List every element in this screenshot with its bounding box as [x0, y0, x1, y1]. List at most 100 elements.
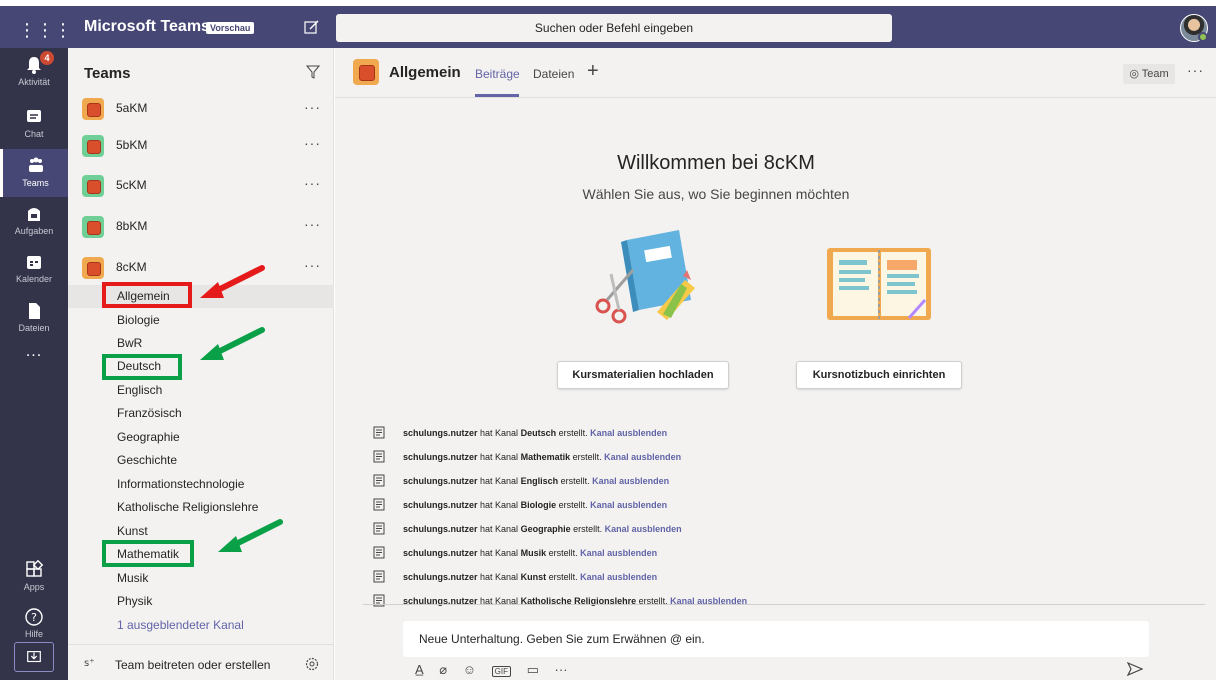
meet-now-icon[interactable]: ▭	[527, 662, 539, 678]
feed-channel: Musik	[520, 548, 547, 558]
team-item[interactable]: 5aKM ···	[68, 90, 334, 130]
feed-verb: hat Kanal	[480, 428, 519, 438]
more-options-icon[interactable]: ···	[304, 175, 321, 191]
channel-item-musik[interactable]: Musik	[68, 567, 334, 590]
feed-user: schulungs.nutzer	[403, 524, 478, 534]
tab-posts[interactable]: Beiträge	[475, 67, 520, 81]
download-app-button[interactable]	[14, 642, 54, 672]
attach-icon[interactable]: ⌀	[439, 662, 447, 678]
assignments-icon	[28, 208, 40, 221]
feed-verb: hat Kanal	[480, 548, 519, 558]
rail-label: Dateien	[18, 323, 50, 333]
team-button-label: Team	[1141, 68, 1169, 80]
filter-icon[interactable]	[306, 65, 320, 79]
more-options-icon[interactable]: ···	[304, 99, 321, 115]
hidden-channels-link[interactable]: 1 ausgeblendeter Kanal	[68, 614, 334, 637]
feed-channel: Englisch	[520, 476, 559, 486]
rail-label: Kalender	[15, 274, 53, 284]
tab-files[interactable]: Dateien	[533, 67, 574, 81]
hide-channel-link[interactable]: Kanal ausblenden	[605, 524, 682, 534]
hide-channel-link[interactable]: Kanal ausblenden	[580, 548, 657, 558]
feed-item: schulungs.nutzer hat Kanal Deutsch erste…	[363, 422, 1203, 446]
rail-item-help[interactable]: ? Hilfe	[0, 600, 68, 648]
team-tile	[82, 135, 104, 157]
download-icon	[27, 651, 41, 663]
more-options-icon[interactable]: ···	[304, 135, 321, 151]
more-options-icon[interactable]: ···	[1187, 62, 1204, 78]
channel-item-geographie[interactable]: Geographie	[68, 426, 334, 449]
feed-item: schulungs.nutzer hat Kanal Kunst erstell…	[363, 566, 1203, 590]
team-name: 5bKM	[116, 138, 148, 152]
channel-item-informationstechnologie[interactable]: Informationstechnologie	[68, 473, 334, 496]
channel-item-englisch[interactable]: Englisch	[68, 379, 334, 402]
join-team-button[interactable]: Team beitreten oder erstellen	[115, 658, 270, 672]
join-team-icon[interactable]: ꜱ⁺	[84, 658, 95, 669]
setup-notebook-button[interactable]: Kursnotizbuch einrichten	[796, 361, 962, 389]
team-item[interactable]: 5bKM ···	[68, 126, 334, 166]
feed-text: schulungs.nutzer hat Kanal Deutsch erste…	[403, 428, 667, 438]
team-item[interactable]: 5cKM ···	[68, 166, 334, 206]
feed-item: schulungs.nutzer hat Kanal Englisch erst…	[363, 470, 1203, 494]
rail-item-assignments[interactable]: Aufgaben	[0, 197, 68, 245]
channel-created-icon	[373, 450, 385, 463]
welcome-subtitle: Wählen Sie aus, wo Sie beginnen möchten	[582, 186, 850, 202]
feed-channel: Biologie	[520, 500, 557, 510]
svg-text:?: ?	[31, 611, 37, 624]
hide-channel-link[interactable]: Kanal ausblenden	[604, 452, 681, 462]
feed-user: schulungs.nutzer	[403, 452, 478, 462]
channel-item-franzoesisch[interactable]: Französisch	[68, 402, 334, 425]
book-illustration	[595, 230, 695, 324]
more-options-icon[interactable]: ···	[304, 216, 321, 232]
rail-item-apps[interactable]: Apps	[0, 553, 68, 601]
channel-created-icon	[373, 570, 385, 583]
gear-icon[interactable]	[304, 656, 320, 672]
send-icon[interactable]	[1127, 662, 1143, 676]
divider	[363, 604, 1205, 605]
feed-verb: hat Kanal	[480, 524, 519, 534]
annotation-arrow-green	[218, 519, 283, 552]
highlight-box-red	[102, 282, 192, 308]
rail-item-activity[interactable]: 4 Aktivität	[0, 48, 68, 96]
hide-channel-link[interactable]: Kanal ausblenden	[590, 500, 667, 510]
format-icon[interactable]: A̲	[415, 662, 424, 677]
feed-post: erstellt.	[572, 452, 602, 462]
channel-item-religionslehre[interactable]: Katholische Religionslehre	[68, 496, 334, 519]
emoji-icon[interactable]: ☺	[463, 662, 476, 677]
annotation-arrow-green	[200, 327, 265, 360]
team-tile	[82, 98, 104, 120]
team-tile	[82, 175, 104, 197]
team-tile	[82, 257, 104, 279]
upload-materials-button[interactable]: Kursmaterialien hochladen	[557, 361, 729, 389]
feed-post: erstellt.	[573, 524, 603, 534]
feed-channel: Geographie	[520, 524, 571, 534]
channel-item-physik[interactable]: Physik	[68, 590, 334, 613]
more-options-icon[interactable]: ···	[304, 257, 321, 273]
feed-verb: hat Kanal	[480, 476, 519, 486]
hide-channel-link[interactable]: Kanal ausblenden	[580, 572, 657, 582]
hide-channel-link[interactable]: Kanal ausblenden	[590, 428, 667, 438]
rail-item-files[interactable]: Dateien	[0, 294, 68, 342]
rail-item-chat[interactable]: Chat	[0, 100, 68, 148]
rail-item-calendar[interactable]: Kalender	[0, 245, 68, 293]
add-tab-icon[interactable]: +	[587, 60, 599, 83]
channel-item-geschichte[interactable]: Geschichte	[68, 449, 334, 472]
more-apps-icon[interactable]: ...	[0, 343, 68, 361]
feed-post: erstellt.	[558, 428, 588, 438]
panel-footer: ꜱ⁺ Team beitreten oder erstellen	[68, 644, 334, 680]
new-chat-icon[interactable]	[304, 19, 320, 35]
channel-created-icon	[373, 546, 385, 559]
feed-verb: hat Kanal	[480, 452, 519, 462]
hide-channel-link[interactable]: Kanal ausblenden	[592, 476, 669, 486]
app-launcher-icon[interactable]: ⋮⋮⋮	[18, 14, 72, 46]
rail-item-teams[interactable]: Teams	[0, 149, 68, 197]
highlight-box-green	[102, 354, 182, 380]
team-button[interactable]: ◎ Team	[1123, 64, 1175, 84]
gif-icon[interactable]: GIF	[491, 666, 511, 677]
search-input[interactable]: Suchen oder Befehl eingeben	[336, 14, 892, 42]
feed-item: schulungs.nutzer hat Kanal Geographie er…	[363, 518, 1203, 542]
team-item[interactable]: 8bKM ···	[68, 207, 334, 247]
calendar-icon	[27, 256, 41, 269]
compose-input[interactable]: Neue Unterhaltung. Geben Sie zum Erwähne…	[403, 621, 1149, 657]
more-options-icon[interactable]: ···	[555, 662, 568, 677]
team-name: 5aKM	[116, 101, 148, 115]
